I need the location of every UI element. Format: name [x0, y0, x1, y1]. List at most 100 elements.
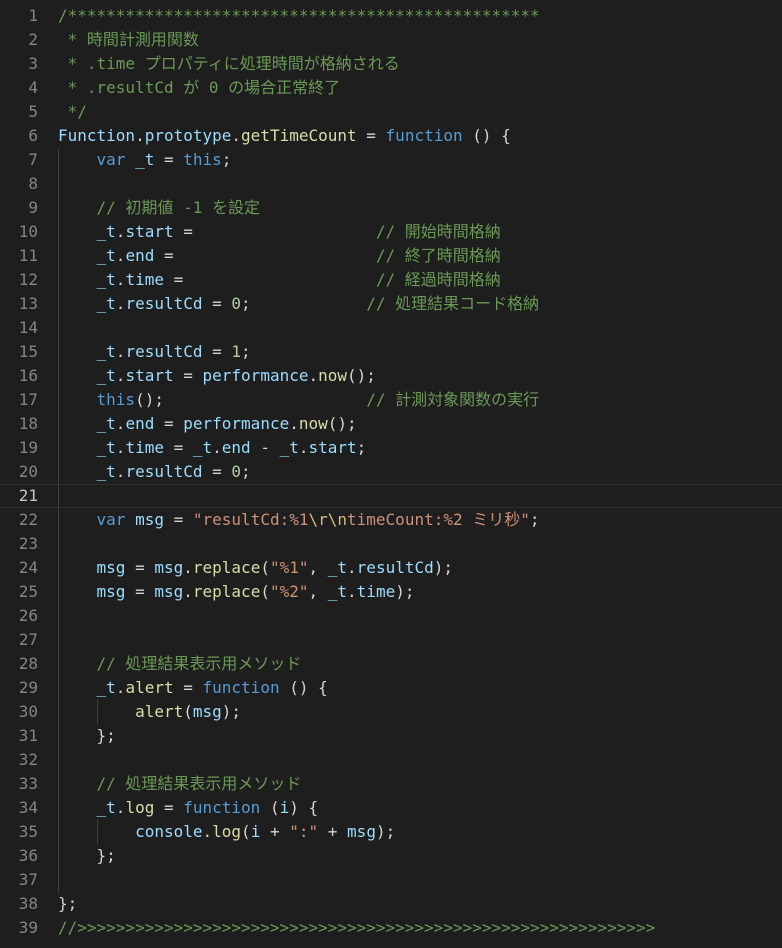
code-token: ; — [241, 294, 367, 313]
code-line[interactable]: 16 _t.start = performance.now(); — [0, 364, 782, 388]
line-number: 12 — [18, 270, 38, 289]
code-token: log — [212, 822, 242, 841]
code-line[interactable]: 14 — [0, 316, 782, 340]
code-line[interactable]: 7 var _t = this; — [0, 148, 782, 172]
code-token: _t — [192, 438, 213, 457]
line-number: 27 — [18, 630, 38, 649]
code-line[interactable]: 35 console.log(i + ":" + msg); — [0, 820, 782, 844]
code-token: = — [125, 582, 155, 601]
line-number: 25 — [18, 582, 38, 601]
code-line[interactable]: 18 _t.end = performance.now(); — [0, 412, 782, 436]
line-number: 19 — [18, 438, 38, 457]
code-token: ); — [433, 558, 453, 577]
code-token: . — [115, 798, 126, 817]
code-line[interactable]: 25 msg = msg.replace("%2", _t.time); — [0, 580, 782, 604]
code-token: . — [115, 366, 126, 385]
code-line[interactable]: 30 alert(msg); — [0, 700, 782, 724]
line-number: 22 — [18, 510, 38, 529]
code-line[interactable]: 12 _t.time = // 経過時間格納 — [0, 268, 782, 292]
code-line[interactable]: 2 * 時間計測用関数 — [0, 28, 782, 52]
code-token: "%1" — [269, 558, 309, 577]
code-line[interactable]: 11 _t.end = // 終了時間格納 — [0, 244, 782, 268]
code-token: resultCd — [125, 294, 203, 313]
code-line[interactable]: 10 _t.start = // 開始時間格納 — [0, 220, 782, 244]
code-line[interactable]: 39 //>>>>>>>>>>>>>>>>>>>>>>>>>>>>>>>>>>>>… — [0, 916, 782, 940]
code-line[interactable]: 8 — [0, 172, 782, 196]
line-code: * .time プロパティに処理時間が格納される — [58, 52, 400, 76]
code-token: () { — [462, 126, 511, 145]
code-token: ; — [221, 150, 232, 169]
line-number: 17 — [18, 390, 38, 409]
code-line[interactable]: 4 * .resultCd が 0 の場合正常終了 — [0, 76, 782, 100]
line-code: _t.log = function (i) { — [58, 796, 319, 820]
code-line[interactable]: 24 msg = msg.replace("%1", _t.resultCd); — [0, 556, 782, 580]
line-number: 3 — [28, 54, 38, 73]
code-token: () { — [279, 678, 328, 697]
code-line[interactable]: 6 Function.prototype.getTimeCount = funct… — [0, 124, 782, 148]
code-line[interactable]: 33 // 処理結果表示用メソッド — [0, 772, 782, 796]
line-code: * 時間計測用関数 — [58, 28, 199, 52]
code-line[interactable]: 19 _t.time = _t.end - _t.start; — [0, 436, 782, 460]
code-token: Function — [58, 126, 136, 145]
code-token: . — [212, 438, 222, 457]
code-token: - — [250, 438, 280, 457]
code-line[interactable]: 22 var msg = "resultCd:%1\r\ntimeCount:%… — [0, 508, 782, 532]
line-number: 13 — [18, 294, 38, 313]
code-token: // 初期値 -1 を設定 — [96, 198, 260, 217]
code-line[interactable]: 28 // 処理結果表示用メソッド — [0, 652, 782, 676]
code-line[interactable]: 20 _t.resultCd = 0; — [0, 460, 782, 484]
code-line[interactable]: 38}; — [0, 892, 782, 916]
code-line[interactable]: 27 — [0, 628, 782, 652]
code-line[interactable]: 32 — [0, 748, 782, 772]
code-token: }; — [58, 894, 78, 913]
code-line[interactable]: 1 /**************************************… — [0, 4, 782, 28]
code-token: = — [163, 270, 376, 289]
line-code: // 初期値 -1 を設定 — [58, 196, 260, 220]
code-line[interactable]: 29 _t.alert = function () { — [0, 676, 782, 700]
code-line[interactable]: 3 * .time プロパティに処理時間が格納される — [0, 52, 782, 76]
code-token: now — [318, 366, 348, 385]
code-token: = — [154, 150, 184, 169]
code-token: = — [163, 438, 193, 457]
code-line[interactable]: 26 — [0, 604, 782, 628]
code-line[interactable]: 36 }; — [0, 844, 782, 868]
line-code: this(); // 計測対象関数の実行 — [58, 388, 540, 412]
line-number: 34 — [18, 798, 38, 817]
code-token: performance — [202, 366, 309, 385]
code-token: msg — [135, 510, 164, 529]
line-number: 23 — [18, 534, 38, 553]
code-line[interactable]: 21 — [0, 484, 782, 508]
code-token: _t — [96, 678, 116, 697]
line-number: 10 — [18, 222, 38, 241]
code-line[interactable]: 23 — [0, 532, 782, 556]
code-token: ); — [375, 822, 396, 841]
code-line[interactable]: 15 _t.resultCd = 1; — [0, 340, 782, 364]
code-token: ":" — [289, 822, 319, 841]
code-token: _t — [96, 366, 116, 385]
code-line[interactable]: 37 — [0, 868, 782, 892]
code-token: ) { — [289, 798, 319, 817]
code-token: "resultCd:%1 — [192, 510, 309, 529]
line-code: _t.resultCd = 0; // 処理結果コード格納 — [58, 292, 540, 316]
code-token: msg — [154, 558, 184, 577]
code-token: function — [183, 798, 261, 817]
line-number: 7 — [28, 150, 38, 169]
code-editor[interactable]: 1 /**************************************… — [0, 0, 782, 948]
line-code: msg = msg.replace("%1", _t.resultCd); — [58, 556, 453, 580]
code-line[interactable]: 13 _t.resultCd = 0; // 処理結果コード格納 — [0, 292, 782, 316]
code-token: msg — [96, 582, 126, 601]
code-line[interactable]: 17 this(); // 計測対象関数の実行 — [0, 388, 782, 412]
code-line[interactable]: 34 _t.log = function (i) { — [0, 796, 782, 820]
code-token: (); — [347, 366, 376, 385]
code-line[interactable]: 31 }; — [0, 724, 782, 748]
line-code: _t.end = // 終了時間格納 — [58, 244, 501, 268]
code-line[interactable]: 5 */ — [0, 100, 782, 124]
code-line[interactable]: 9 // 初期値 -1 を設定 — [0, 196, 782, 220]
code-token: = — [173, 678, 203, 697]
line-code: _t.time = _t.end - _t.start; — [58, 436, 367, 460]
